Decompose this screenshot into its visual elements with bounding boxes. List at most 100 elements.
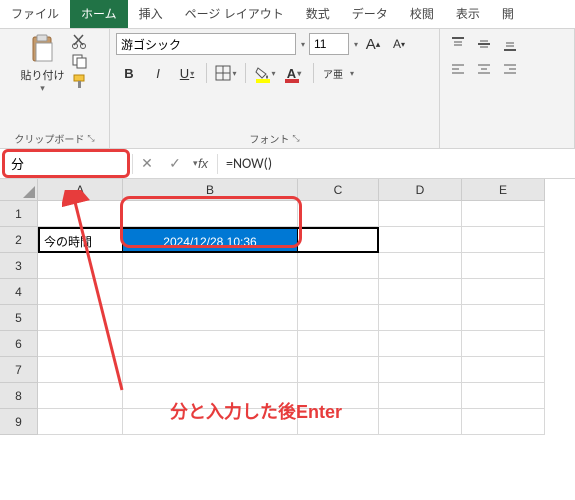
row-header[interactable]: 8 [0, 383, 38, 409]
tab-file[interactable]: ファイル [0, 0, 70, 28]
formula-input[interactable]: =NOW() [218, 155, 575, 172]
cell[interactable] [298, 279, 379, 305]
tab-insert[interactable]: 挿入 [128, 0, 174, 28]
format-painter-icon[interactable] [71, 73, 89, 89]
dialog-launcher-icon[interactable]: ⤡ [87, 133, 94, 144]
cell[interactable] [38, 357, 123, 383]
paste-button[interactable]: 貼り付け ▾ [21, 33, 65, 94]
cell[interactable] [38, 305, 123, 331]
cell[interactable] [38, 279, 123, 305]
cell[interactable] [379, 409, 462, 435]
row-header[interactable]: 3 [0, 253, 38, 279]
cell[interactable] [298, 253, 379, 279]
tab-view[interactable]: 表示 [445, 0, 491, 28]
enter-formula-button[interactable]: ✓ [161, 150, 189, 178]
row-header[interactable]: 4 [0, 279, 38, 305]
dialog-launcher-icon[interactable]: ⤡ [292, 133, 299, 144]
cell[interactable] [379, 201, 462, 227]
border-button[interactable]: ▾ [213, 61, 239, 85]
increase-font-button[interactable]: A▴ [362, 33, 384, 55]
tab-data[interactable]: データ [341, 0, 399, 28]
row-header[interactable]: 7 [0, 357, 38, 383]
cell-a2[interactable]: 今の時間 [38, 227, 123, 253]
column-header-e[interactable]: E [462, 179, 545, 201]
copy-icon[interactable] [71, 53, 89, 69]
column-header-a[interactable]: A [38, 179, 123, 201]
align-left-button[interactable] [446, 59, 470, 81]
column-header-c[interactable]: C [298, 179, 379, 201]
align-top-button[interactable] [446, 33, 470, 55]
cell[interactable] [38, 331, 123, 357]
cell[interactable] [462, 383, 545, 409]
cell[interactable] [462, 357, 545, 383]
cell[interactable] [379, 253, 462, 279]
cell[interactable] [123, 279, 298, 305]
cell-b2-selected[interactable]: 2024/12/28 10:36 [123, 227, 298, 253]
tab-page-layout[interactable]: ページ レイアウト [174, 0, 295, 28]
cell[interactable] [123, 201, 298, 227]
group-font: ▾ ▾ A▴ A▾ B I U▾ ▾ ▾ A▾ ア亜 ▾ フォント ⤡ [110, 29, 440, 148]
column-header-d[interactable]: D [379, 179, 462, 201]
cell[interactable] [38, 409, 123, 435]
font-name-select[interactable] [116, 33, 296, 55]
cell[interactable] [462, 253, 545, 279]
chevron-down-icon[interactable]: ▾ [350, 69, 354, 78]
cell[interactable] [298, 305, 379, 331]
chevron-down-icon[interactable]: ▾ [301, 40, 305, 49]
cell[interactable] [123, 331, 298, 357]
cell[interactable] [38, 253, 123, 279]
align-bottom-button[interactable] [498, 33, 522, 55]
cell[interactable] [298, 357, 379, 383]
ribbon-tabs: ファイル ホーム 挿入 ページ レイアウト 数式 データ 校閲 表示 開 [0, 0, 575, 29]
row-header[interactable]: 2 [0, 227, 38, 253]
cell[interactable] [123, 357, 298, 383]
cell[interactable] [123, 253, 298, 279]
row-header[interactable]: 6 [0, 331, 38, 357]
cell[interactable] [379, 279, 462, 305]
tab-home[interactable]: ホーム [70, 0, 128, 28]
italic-button[interactable]: I [145, 61, 171, 85]
cell[interactable] [462, 279, 545, 305]
align-right-button[interactable] [498, 59, 522, 81]
font-size-select[interactable] [309, 33, 349, 55]
underline-button[interactable]: U▾ [174, 61, 200, 85]
cell[interactable] [38, 383, 123, 409]
cut-icon[interactable] [71, 33, 89, 49]
insert-function-button[interactable]: fx [189, 150, 217, 178]
cell[interactable] [123, 305, 298, 331]
tab-open[interactable]: 開 [491, 0, 525, 28]
select-all-corner[interactable] [0, 179, 38, 201]
cell[interactable] [462, 201, 545, 227]
row-header[interactable]: 9 [0, 409, 38, 435]
cancel-formula-button[interactable]: ✕ [133, 150, 161, 178]
column-header-b[interactable]: B [123, 179, 298, 201]
cell[interactable] [298, 331, 379, 357]
chevron-down-icon[interactable]: ▾ [354, 40, 358, 49]
fill-color-button[interactable]: ▾ [252, 61, 278, 85]
phonetic-button[interactable]: ア亜 [320, 61, 346, 85]
cell[interactable] [379, 357, 462, 383]
tab-review[interactable]: 校閲 [399, 0, 445, 28]
cell[interactable] [462, 305, 545, 331]
cell[interactable] [462, 331, 545, 357]
bold-button[interactable]: B [116, 61, 142, 85]
cell[interactable] [379, 331, 462, 357]
ribbon: 貼り付け ▾ クリップボード ⤡ ▾ ▾ A▴ A▾ B I U▾ ▾ [0, 29, 575, 149]
cell[interactable] [298, 227, 379, 253]
cell[interactable] [379, 305, 462, 331]
cell[interactable] [38, 201, 123, 227]
cell[interactable] [462, 227, 545, 253]
align-middle-button[interactable] [472, 33, 496, 55]
tab-formulas[interactable]: 数式 [295, 0, 341, 28]
font-color-button[interactable]: A▾ [281, 61, 307, 85]
cell[interactable] [462, 409, 545, 435]
align-center-button[interactable] [472, 59, 496, 81]
cell[interactable] [298, 201, 379, 227]
row-header[interactable]: 5 [0, 305, 38, 331]
decrease-font-button[interactable]: A▾ [388, 33, 410, 55]
font-group-label: フォント [249, 131, 289, 146]
row-header[interactable]: 1 [0, 201, 38, 227]
chevron-down-icon[interactable]: ▾ [40, 83, 45, 94]
cell[interactable] [379, 227, 462, 253]
cell[interactable] [379, 383, 462, 409]
